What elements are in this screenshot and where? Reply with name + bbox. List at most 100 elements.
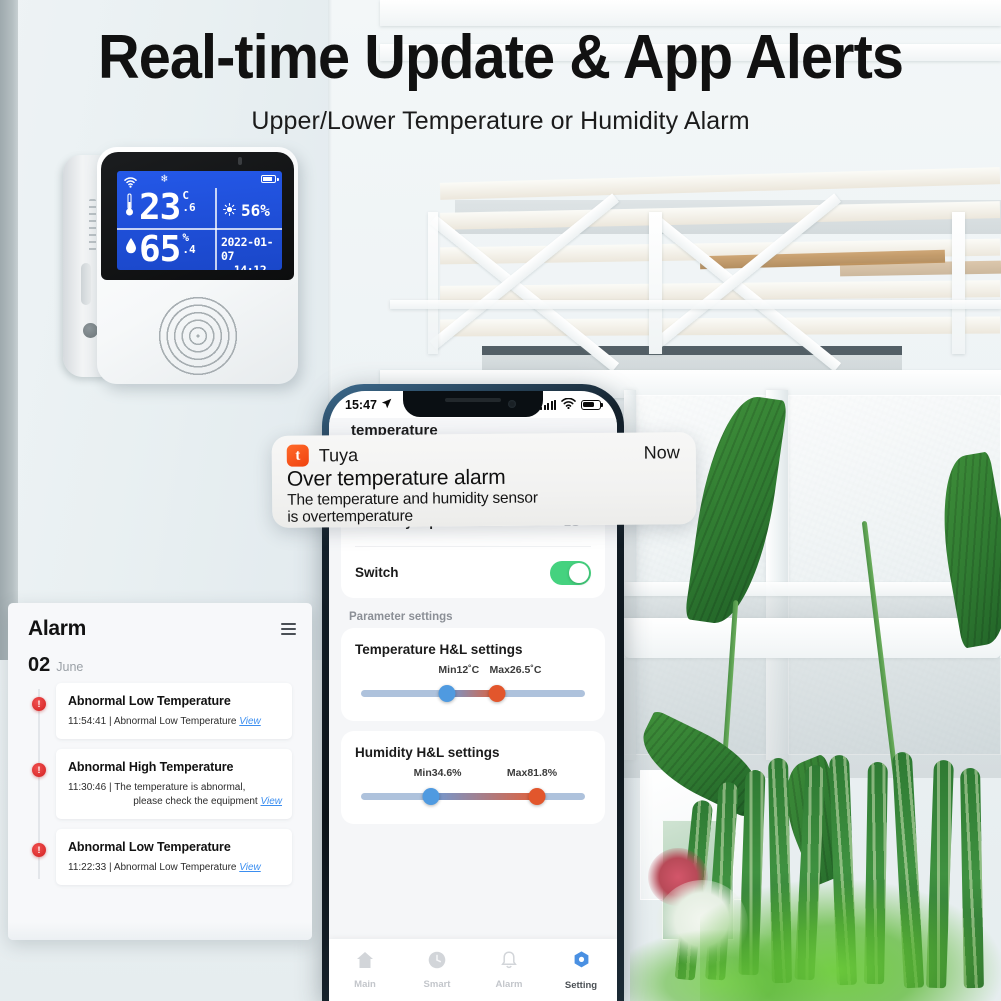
phone-notch — [403, 391, 543, 417]
list-item[interactable]: ! Abnormal Low Temperature 11:54:41 | Ab… — [8, 683, 302, 739]
alarm-time: 11:30:46 — [68, 782, 107, 793]
temperature-min-label: Min12˚C — [438, 664, 480, 676]
humidity-max-thumb[interactable] — [528, 788, 546, 805]
push-notification-banner[interactable]: t Tuya Now Over temperature alarm The te… — [271, 432, 697, 528]
tab-label: Alarm — [495, 979, 523, 990]
alarm-meta: 11:22:33 | Abnormal Low Temperature View — [68, 861, 282, 874]
page-title: Real-time Update & App Alerts — [98, 23, 904, 92]
thermometer-icon — [125, 193, 134, 217]
alert-badge-icon: ! — [32, 697, 46, 711]
humidity-min-thumb[interactable] — [422, 788, 440, 805]
alarm-separator: | — [108, 862, 112, 873]
tab-label: Main — [354, 979, 376, 990]
tab-alarm[interactable]: Alarm — [473, 950, 545, 990]
alarm-card[interactable]: Abnormal High Temperature 11:30:46 | The… — [56, 749, 292, 819]
alarm-card[interactable]: Abnormal Low Temperature 11:54:41 | Abno… — [56, 683, 292, 739]
device-screen-bezel: ❄ 23 C .6 65 % .4 56% 2022-01-07 14:12 — [101, 152, 294, 280]
temperature-min-thumb[interactable] — [438, 685, 456, 702]
battery-icon — [261, 175, 279, 183]
notification-header: t Tuya Now — [286, 441, 680, 467]
bottom-tab-bar: Main Smart Alarm Setting — [329, 939, 617, 1001]
lcd-humidity-reading: 65 % .4 — [139, 232, 196, 268]
device-usb-slot — [81, 263, 91, 305]
alarm-time: 11:54:41 — [68, 716, 107, 727]
temperature-hl-card: Temperature H&L settings Min12˚C Max26.5… — [341, 628, 605, 721]
front-camera — [508, 400, 516, 408]
window-sill — [624, 618, 1001, 658]
alarm-panel-header: Alarm — [8, 603, 312, 647]
notification-time: Now — [643, 441, 680, 463]
alarm-card[interactable]: Abnormal Low Temperature 11:22:33 | Abno… — [56, 829, 292, 885]
alarm-meta: 11:30:46 | The temperature is abnormal, — [68, 781, 282, 794]
water-drop-icon — [125, 237, 137, 258]
notification-title: Over temperature alarm — [286, 465, 506, 491]
gear-icon — [571, 950, 592, 976]
humidity-hl-title: Humidity H&L settings — [355, 745, 500, 760]
vertical-post — [649, 212, 662, 354]
vertical-post — [428, 212, 438, 354]
temperature-range-slider[interactable]: Min12˚C Max26.5˚C — [355, 664, 591, 705]
lcd-temperature-value: 23 — [139, 187, 181, 228]
alarm-title: Abnormal Low Temperature — [68, 840, 231, 854]
panel-fade-overlay — [8, 922, 312, 940]
vertical-post — [952, 212, 965, 354]
list-item[interactable]: ! Abnormal High Temperature 11:30:46 | T… — [8, 749, 302, 819]
list-item[interactable]: ! Abnormal Low Temperature 11:22:33 | Ab… — [8, 829, 302, 885]
parameter-settings-label: Parameter settings — [349, 611, 453, 623]
device-led-indicator — [238, 157, 242, 165]
tab-label: Smart — [423, 979, 451, 990]
device-body: ❄ 23 C .6 65 % .4 56% 2022-01-07 14:12 — [97, 147, 298, 384]
lcd-brightness-value: 56% — [241, 200, 270, 220]
lcd-display: ❄ 23 C .6 65 % .4 56% 2022-01-07 14:12 — [117, 171, 282, 270]
tuya-app-icon: t — [286, 444, 309, 467]
grass-glow — [630, 930, 830, 1001]
headline-block: Real-time Update & App Alerts Upper/Lowe… — [0, 22, 1001, 136]
device-mount-hole — [83, 323, 98, 338]
alarm-separator: | — [108, 716, 112, 727]
lcd-temperature-reading: 23 C .6 — [139, 190, 196, 226]
list-filter-icon[interactable] — [281, 622, 296, 636]
alarm-date-month: June — [56, 660, 84, 674]
alarm-title: Abnormal Low Temperature — [68, 694, 231, 708]
temperature-max-label: Max26.5˚C — [489, 664, 542, 676]
humidity-range-slider[interactable]: Min34.6% Max81.8% — [355, 767, 591, 808]
alarm-meta: 11:54:41 | Abnormal Low Temperature View — [68, 715, 282, 728]
tab-label: Setting — [564, 979, 598, 991]
lcd-date: 2022-01-07 — [221, 235, 274, 263]
humidity-min-label: Min34.6% — [413, 767, 462, 779]
tab-smart[interactable]: Smart — [401, 950, 473, 990]
lcd-humidity-value: 65 — [139, 229, 181, 270]
roof-slat — [439, 316, 1001, 337]
row-switch[interactable]: Switch — [355, 547, 591, 598]
location-arrow-icon — [381, 398, 392, 412]
temperature-max-thumb[interactable] — [488, 685, 506, 702]
alarm-panel-title: Alarm — [28, 617, 87, 640]
alarm-message: Abnormal Low Temperature — [113, 862, 237, 873]
switch-toggle[interactable] — [550, 560, 591, 585]
alarm-history-panel: Alarm 02 June ! Abnormal Low Temperature… — [8, 603, 312, 940]
temperature-hl-title: Temperature H&L settings — [355, 642, 523, 657]
alarm-meta-line2: please check the equipment View — [68, 795, 282, 808]
lcd-brightness-reading: 56% — [223, 201, 270, 220]
row-label: Switch — [355, 565, 399, 580]
wifi-icon — [561, 397, 576, 412]
sun-icon — [223, 201, 236, 220]
alarm-message: Abnormal Low Temperature — [113, 716, 237, 727]
view-link[interactable]: View — [239, 716, 261, 727]
tab-setting[interactable]: Setting — [545, 950, 617, 991]
device-vent — [89, 199, 96, 251]
alarm-message-line2: please check the equipment — [133, 796, 258, 807]
window-rail — [624, 582, 1001, 596]
bell-icon — [499, 950, 519, 975]
lcd-divider-vertical — [215, 188, 217, 270]
home-icon — [355, 950, 375, 975]
lcd-datetime: 2022-01-07 14:12 — [221, 235, 279, 270]
status-bar-time: 15:47 — [345, 397, 377, 412]
dark-band — [482, 346, 902, 355]
view-link[interactable]: View — [261, 796, 283, 807]
tab-main[interactable]: Main — [329, 950, 401, 990]
view-link[interactable]: View — [239, 862, 261, 873]
slider-selected-range — [430, 793, 537, 800]
alarm-list: ! Abnormal Low Temperature 11:54:41 | Ab… — [8, 683, 312, 885]
battery-icon — [581, 399, 604, 410]
